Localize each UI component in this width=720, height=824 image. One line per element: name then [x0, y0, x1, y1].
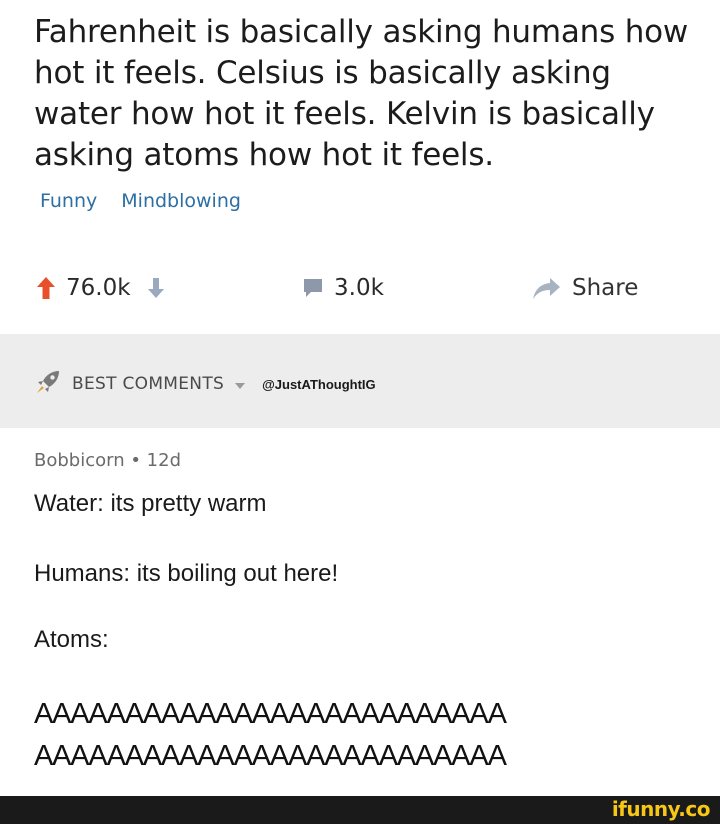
- comment-count: 3.0k: [334, 275, 384, 301]
- action-bar: 76.0k 3.0k Share: [36, 268, 676, 308]
- tag-list: Funny Mindblowing: [40, 190, 241, 212]
- share-icon: [532, 276, 562, 300]
- comment: Bobbicorn • 12d Water: its pretty warm H…: [34, 450, 694, 772]
- comment-line: AAAAAAAAAAAAAAAAAAAAAAAAAA: [34, 740, 507, 772]
- comment-line: AAAAAAAAAAAAAAAAAAAAAAAAAA: [34, 698, 507, 730]
- tag-mindblowing[interactable]: Mindblowing: [121, 190, 241, 212]
- tag-funny[interactable]: Funny: [40, 190, 97, 212]
- upvote-icon[interactable]: [36, 276, 56, 300]
- upvote-count: 76.0k: [66, 275, 131, 301]
- best-comments-label[interactable]: BEST COMMENTS: [72, 374, 224, 394]
- watermark-handle: @JustAThoughtIG: [262, 376, 376, 392]
- best-comments-bar: BEST COMMENTS @JustAThoughtIG: [0, 334, 720, 428]
- footer-bar: ifunny.co: [0, 796, 720, 824]
- rocket-icon: [34, 368, 62, 400]
- comment-icon: [302, 277, 324, 299]
- share-label: Share: [572, 275, 639, 301]
- comment-line: Water: its pretty warm: [34, 490, 267, 517]
- comments-button[interactable]: 3.0k: [302, 268, 384, 308]
- share-button[interactable]: Share: [532, 268, 638, 308]
- comment-line: Humans: its boiling out here!: [34, 560, 339, 587]
- best-comments-header: BEST COMMENTS @JustAThoughtIG: [34, 368, 376, 400]
- ifunny-logo: ifunny.co: [611, 797, 711, 821]
- downvote-icon[interactable]: [147, 277, 165, 299]
- chevron-down-icon[interactable]: [234, 375, 246, 394]
- vote-group: 76.0k: [36, 268, 165, 308]
- comment-author-meta: Bobbicorn • 12d: [34, 450, 182, 471]
- comment-line: Atoms:: [34, 626, 109, 653]
- post-title: Fahrenheit is basically asking humans ho…: [34, 14, 689, 173]
